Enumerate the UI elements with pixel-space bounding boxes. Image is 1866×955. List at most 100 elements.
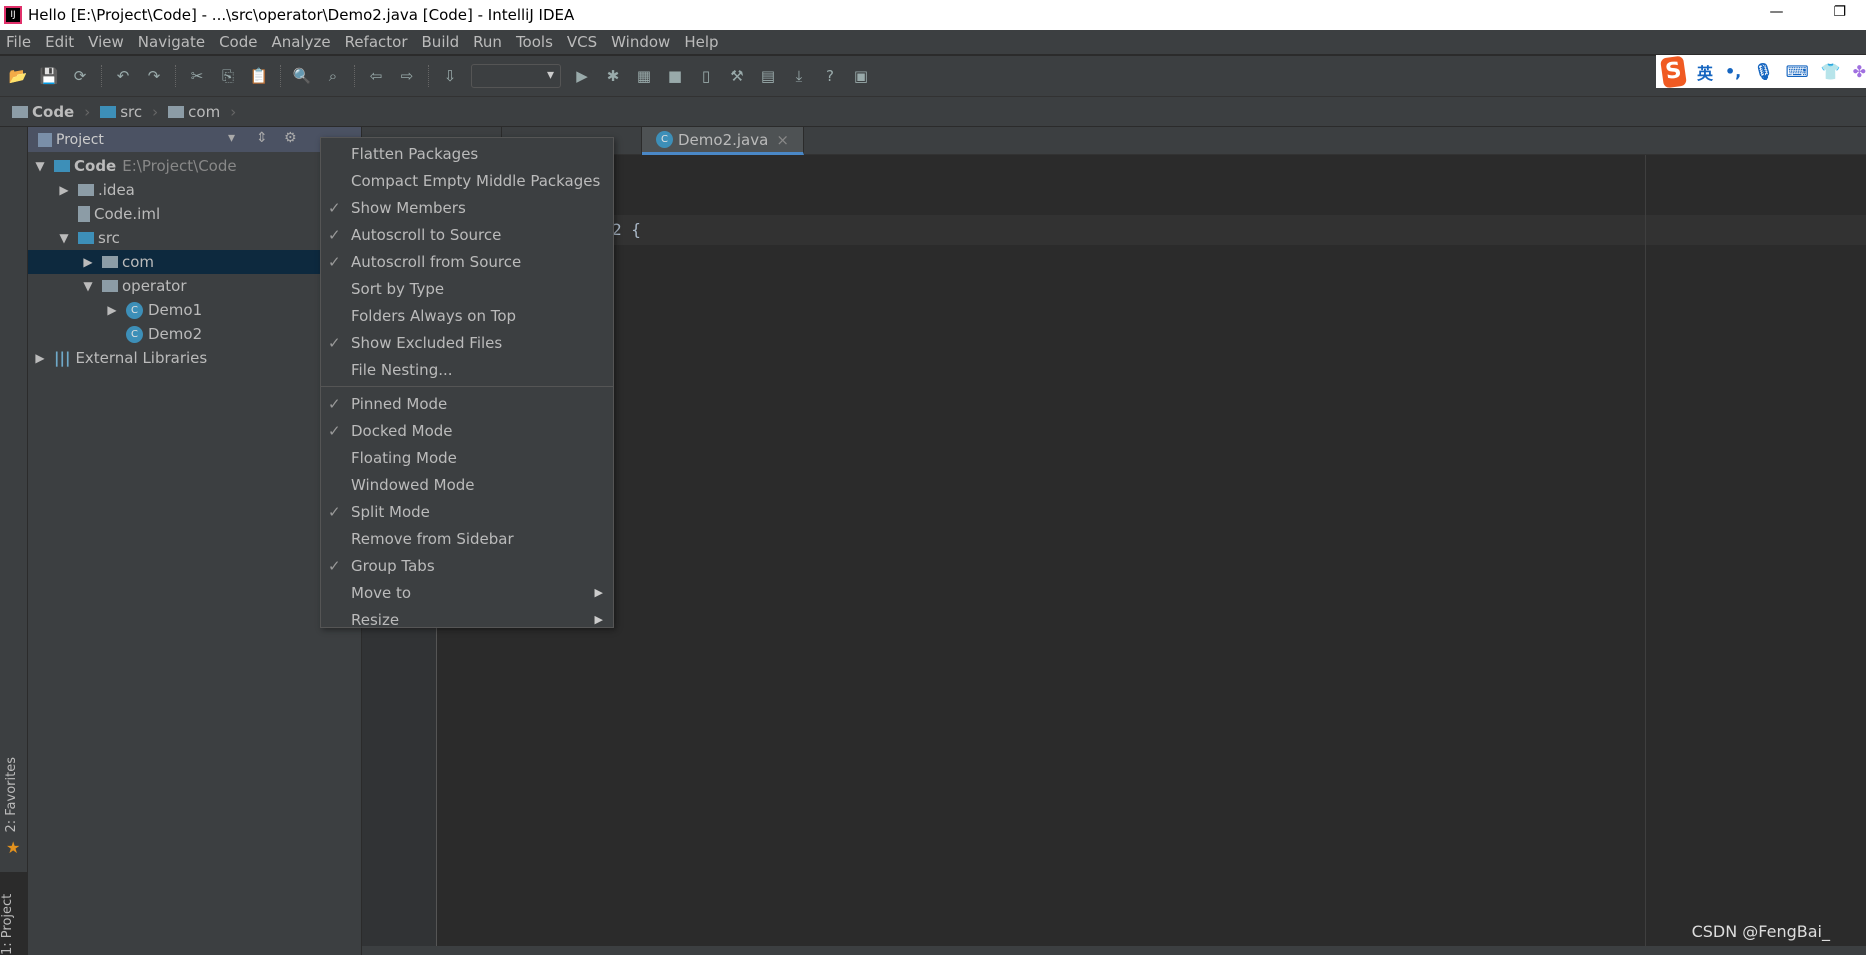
build-icon[interactable]: ⇩ (440, 66, 460, 86)
restore-button[interactable]: ❐ (1833, 4, 1846, 20)
menu-item-sort-by-type[interactable]: Sort by Type (321, 275, 613, 302)
collapse-all-icon[interactable]: ⇕ (256, 130, 268, 146)
breadcrumb-item[interactable]: Code (12, 103, 74, 121)
open-folder-icon[interactable]: 📂 (8, 66, 28, 86)
menu-item-pinned-mode[interactable]: ✓ Pinned Mode (321, 390, 613, 417)
close-tab-icon[interactable]: × (776, 131, 789, 149)
menu-item-show-members[interactable]: ✓ Show Members (321, 194, 613, 221)
menu-refactor[interactable]: Refactor (345, 33, 408, 51)
expand-arrow-icon[interactable]: ▼ (32, 159, 48, 173)
sync-icon[interactable]: ⟳ (70, 66, 90, 86)
project-view-selector[interactable]: Project (56, 132, 104, 148)
module-icon (54, 160, 70, 172)
help-icon[interactable]: ? (820, 66, 840, 86)
tree-item[interactable]: C Demo2 (28, 322, 361, 346)
menu-analyze[interactable]: Analyze (271, 33, 330, 51)
tree-item[interactable]: ▼ Code E:\Project\Code (28, 154, 361, 178)
menu-item-compact-empty-middle-packages[interactable]: Compact Empty Middle Packages (321, 167, 613, 194)
project-structure-icon[interactable]: ⚒ (727, 66, 747, 86)
sdk-icon[interactable]: ▤ (758, 66, 778, 86)
menu-item-folders-always-on-top[interactable]: Folders Always on Top (321, 302, 613, 329)
menu-item-floating-mode[interactable]: Floating Mode (321, 444, 613, 471)
menu-item-windowed-mode[interactable]: Windowed Mode (321, 471, 613, 498)
collapse-arrow-icon[interactable]: ▶ (104, 303, 120, 317)
collapse-arrow-icon[interactable]: ▶ (80, 255, 96, 269)
stop-icon[interactable]: ■ (665, 66, 685, 86)
expand-arrow-icon[interactable]: ▼ (80, 279, 96, 293)
device-icon[interactable]: ▯ (696, 66, 716, 86)
menu-item-resize[interactable]: Resize ▶ (321, 606, 613, 633)
menu-item-split-mode[interactable]: ✓ Split Mode (321, 498, 613, 525)
redo-icon[interactable]: ↷ (144, 66, 164, 86)
menu-item-label: Remove from Sidebar (351, 529, 514, 548)
menu-item-autoscroll-from-source[interactable]: ✓ Autoscroll from Source (321, 248, 613, 275)
project-tab[interactable]: 1: Project (0, 872, 28, 955)
menu-item-group-tabs[interactable]: ✓ Group Tabs (321, 552, 613, 579)
tree-item[interactable]: Code.iml (28, 202, 361, 226)
menu-code[interactable]: Code (219, 33, 257, 51)
tree-item[interactable]: ▼ operator (28, 274, 361, 298)
run-configuration-select[interactable] (471, 64, 561, 88)
sdk-manager-icon[interactable]: ▣ (851, 66, 871, 86)
tree-item[interactable]: ▶ C Demo1 (28, 298, 361, 322)
breadcrumb-label: src (120, 102, 143, 121)
menu-vcs[interactable]: VCS (567, 33, 597, 51)
coverage-icon[interactable]: ▦ (634, 66, 654, 86)
tree-item[interactable]: ▶ ||| External Libraries (28, 346, 361, 370)
gear-icon[interactable]: ⚙ (284, 130, 297, 146)
libraries-icon: ||| (54, 349, 71, 367)
menu-file[interactable]: File (6, 33, 31, 51)
back-icon[interactable]: ⇦ (366, 66, 386, 86)
find-icon[interactable]: 🔍 (292, 66, 312, 86)
breadcrumb-item[interactable]: com (168, 103, 220, 121)
tab-label: Demo2.java (678, 130, 769, 149)
copy-icon[interactable]: ⎘ (218, 66, 238, 86)
cut-icon[interactable]: ✂ (187, 66, 207, 86)
apps-icon[interactable]: ✤ (1853, 62, 1866, 81)
tree-item[interactable]: ▶ com (28, 250, 361, 274)
menu-edit[interactable]: Edit (45, 33, 74, 51)
menu-item-remove-from-sidebar[interactable]: Remove from Sidebar (321, 525, 613, 552)
minimize-button[interactable]: — (1769, 4, 1783, 20)
debug-icon[interactable]: ✱ (603, 66, 623, 86)
save-icon[interactable]: 💾 (39, 66, 59, 86)
sogou-logo-icon[interactable]: S (1660, 55, 1687, 88)
microphone-icon[interactable]: 🎙 (1753, 62, 1773, 81)
paste-icon[interactable]: 📋 (249, 66, 269, 86)
run-icon[interactable]: ▶ (572, 66, 592, 86)
menu-item-file-nesting[interactable]: File Nesting... (321, 356, 613, 383)
menu-item-label: Sort by Type (351, 279, 445, 298)
tree-item[interactable]: ▶ .idea (28, 178, 361, 202)
breadcrumb-item[interactable]: src (100, 103, 142, 121)
menu-run[interactable]: Run (473, 33, 502, 51)
menu-item-show-excluded-files[interactable]: ✓ Show Excluded Files (321, 329, 613, 356)
menu-view[interactable]: View (88, 33, 124, 51)
menu-item-docked-mode[interactable]: ✓ Docked Mode (321, 417, 613, 444)
dropdown-icon[interactable]: ▾ (228, 130, 235, 146)
ime-punctuation[interactable]: •, (1725, 62, 1741, 81)
tree-item[interactable]: ▼ src (28, 226, 361, 250)
menu-item-label: Split Mode (351, 502, 430, 521)
expand-arrow-icon[interactable]: ▼ (56, 231, 72, 245)
menu-help[interactable]: Help (684, 33, 718, 51)
replace-icon[interactable]: ⌕ (323, 66, 343, 86)
tab-demo2-java[interactable]: C Demo2.java × (642, 127, 804, 155)
keyboard-icon[interactable]: ⌨ (1786, 62, 1809, 81)
ime-language[interactable]: 英 (1697, 60, 1713, 84)
vcs-update-icon[interactable]: ⤓ (789, 66, 809, 86)
undo-icon[interactable]: ↶ (113, 66, 133, 86)
favorites-tab[interactable]: 2: Favorites (4, 757, 19, 833)
menu-build[interactable]: Build (422, 33, 460, 51)
menu-item-move-to[interactable]: Move to ▶ (321, 579, 613, 606)
menu-navigate[interactable]: Navigate (138, 33, 205, 51)
menu-item-flatten-packages[interactable]: Flatten Packages (321, 140, 613, 167)
code-text[interactable]: 2 { (612, 220, 641, 239)
skin-icon[interactable]: 👕 (1821, 62, 1841, 81)
menu-tools[interactable]: Tools (516, 33, 553, 51)
forward-icon[interactable]: ⇨ (397, 66, 417, 86)
collapse-arrow-icon[interactable]: ▶ (56, 183, 72, 197)
menu-item-label: File Nesting... (351, 360, 453, 379)
menu-window[interactable]: Window (611, 33, 670, 51)
menu-item-autoscroll-to-source[interactable]: ✓ Autoscroll to Source (321, 221, 613, 248)
collapse-arrow-icon[interactable]: ▶ (32, 351, 48, 365)
